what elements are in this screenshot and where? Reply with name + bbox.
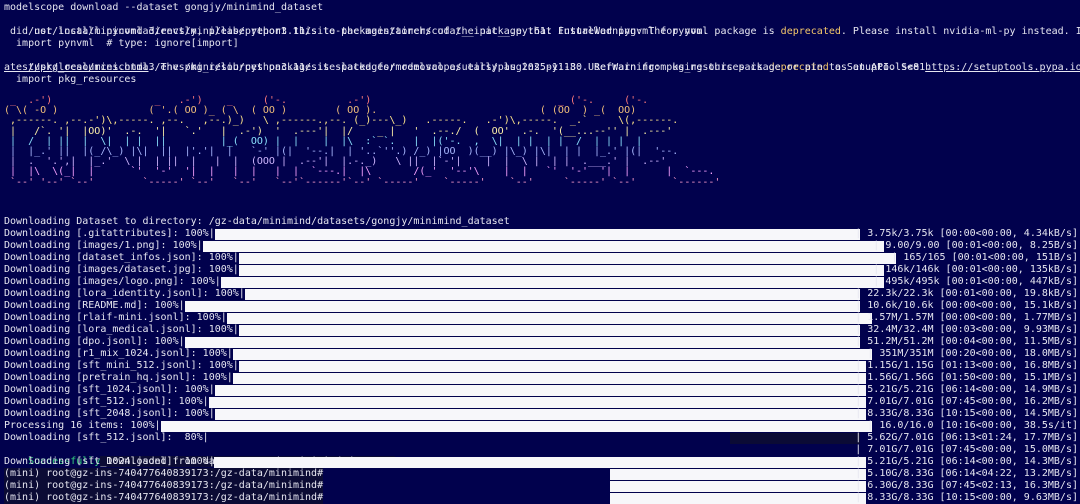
progress-row-stats: | 5.62G/7.01G [06:13<01:24, 17.7MB/s] [855,432,1078,443]
progress-row-stats: | 351M/351M [00:20<00:00, 18.0MB/s] [867,348,1078,359]
progress-row-stats: | 1.56G/1.56G [01:50<00:00, 15.1MB/s] [855,372,1078,383]
progress-row-label: Downloading [sft_2048.jsonl]: 100%| [4,408,215,419]
command-line: modelscope download --dataset gongjy/min… [4,2,324,13]
progress-row-progress-bar [215,385,866,396]
progress-row-progress-bar [214,457,866,468]
progress-row-progress-bar [239,265,884,276]
progress-row-progress-bar [245,289,860,300]
progress-row-label: Downloading [.gitattributes]: 100%| [4,228,215,239]
progress-row-stats: | 146k/146k [00:01<00:00, 135kB/s] [873,264,1078,275]
deprecated-highlight: deprecated [780,26,841,37]
progress-row-label: Downloading [dpo.jsonl]: 100%| [4,336,185,347]
progress-row-stats: | 10.6k/10.6k [00:00<00:00, 15.1kB/s] [855,300,1078,311]
success-right-stats: | 7.01G/7.01G [07:45<00:00, 15.0MB/s] [855,444,1078,455]
progress-row-progress-bar [209,397,866,408]
shell-prompt[interactable]: (mini) root@gz-ins-740477640839173:/gz-d… [4,480,324,492]
progress-row-progress-bar [215,229,860,240]
progress-row-stats: | 7.01G/7.01G [07:45<00:00, 16.2MB/s] [855,396,1078,407]
warning-line: /usr/local/miniconda3/envs/mini/lib/pyth… [4,14,1080,37]
progress-row-stats: | 5.10G/8.33G [06:14<04:22, 13.2MB/s] [855,468,1078,479]
progress-row-stats: | 1.15G/1.15G [01:13<00:00, 16.8MB/s] [855,360,1078,371]
progress-row-label: Downloading [sft_mini_512.jsonl]: 100%| [4,360,239,371]
progress-row-label: Downloading [lora_medical.jsonl]: 100%| [4,324,239,335]
progress-row-stats: | 5.21G/5.21G [06:14<00:00, 14.9MB/s] [855,384,1078,395]
progress-row-progress-bar [610,469,866,480]
progress-row-stats: | 16.0/16.0 [10:16<00:00, 38.5s/it] [867,420,1078,431]
progress-row-progress-bar [233,349,872,360]
progress-row-label: Downloading [sft_1024.jsonl]: 100%| [4,384,215,395]
progress-row-progress-bar [233,373,866,384]
progress-row-label: Downloading [dataset_infos.json]: 100%| [4,252,239,263]
progress-row-stats: | 3.75k/3.75k [00:00<00:00, 4.34kB/s] [855,228,1078,239]
progress-row-stats: | 165/165 [00:01<00:00, 151B/s] [891,252,1078,263]
progress-row-label: Downloading [images/logo.png]: 100%| [4,276,221,287]
progress-row-stats: | 1.57M/1.57M [00:00<00:00, 1.77MB/s] [855,312,1078,323]
user-warning-tail: . The pkg_resources package is slated fo… [148,62,932,73]
progress-row-progress-bar [160,421,872,432]
progress-row-stats: | 5.21G/5.21G [06:14<00:00, 14.3MB/s] [855,456,1078,467]
progress-row-label: Processing 16 items: 100%| [4,420,161,431]
progress-row-progress-bar [221,277,884,288]
progress-row-stats: | 8.33G/8.33G [10:15<00:00, 9.63MB/s] [855,492,1078,503]
progress-row-stats: | 22.3k/22.3k [00:01<00:00, 19.8kB/s] [855,288,1078,299]
progress-row-label: Downloading [README.md]: 100%| [4,300,185,311]
progress-row-stats: | 6.30G/8.33G [07:45<02:13, 16.3MB/s] [855,480,1078,491]
progress-row-progress-bar [730,433,860,444]
progress-row-progress-bar [239,325,860,336]
progress-row-label: Downloading [pretrain_hq.jsonl]: 100%| [4,372,233,383]
progress-row-stats: | 9.00/9.00 [00:01<00:00, 8.25B/s] [873,240,1078,251]
progress-row-progress-bar [610,493,866,504]
terminal-window[interactable]: modelscope download --dataset gongjy/min… [0,0,1080,504]
progress-row-progress-bar [610,481,866,492]
progress-row-stats: | 51.2M/51.2M [00:04<00:00, 11.5MB/s] [855,336,1078,347]
progress-row-progress-bar [202,241,884,252]
user-warning-line-2: atest/pkg_resources.html. The pkg_resour… [4,62,931,74]
progress-row-label: Downloading [sft_1024.jsonl]: 100%| [4,456,215,467]
progress-row-label: Downloading [lora_identity.jsonl]: 100%| [4,288,245,299]
progress-row-label: Downloading [rlaif-mini.jsonl]: 100%| [4,312,227,323]
shell-prompt[interactable]: (mini) root@gz-ins-740477640839173:/gz-d… [4,492,324,504]
user-warning-line: /usr/local/miniconda3/envs/mini/lib/pyth… [4,50,1080,73]
progress-row-label: Downloading [sft_512.jsonl]: 100%| [4,396,209,407]
shell-prompt[interactable]: (mini) root@gz-ins-740477640839173:/gz-d… [4,468,324,480]
progress-row-stats: | 32.4M/32.4M [00:03<00:00, 9.93MB/s] [855,324,1078,335]
progress-row-label: Downloading [images/dataset.jpg]: 100%| [4,264,239,275]
progress-row-stats: | 8.33G/8.33G [10:15<00:00, 14.5MB/s] [855,408,1078,419]
progress-row-progress-bar [227,313,872,324]
progress-row-progress-bar [239,253,896,264]
setuptools-link-cont[interactable]: atest/pkg_resources.html [4,62,149,73]
modelscope-ascii-banner: _ .-') _ .-') _ ('-. .-') _ ('-. ('-. ( … [4,95,721,188]
import-pkg-line: import pkg_resources [4,74,137,85]
success-line: Successfully Downloaded from dataset gon… [4,444,396,467]
progress-row-label: Downloading [r1_mix_1024.jsonl]: 100%| [4,348,233,359]
progress-row-stats: | 495k/495k [00:01<00:00, 447kB/s] [873,276,1078,287]
warning-line-2: did not install pynvml directly, please … [4,26,709,37]
setuptools-link[interactable]: https://setuptools.pypa.io/en/l [925,62,1080,73]
download-dir-line: Downloading Dataset to directory: /gz-da… [4,216,510,227]
progress-row-label: Downloading [sft_512.jsonl]: 80%| [4,432,209,443]
progress-row-progress-bar [215,409,866,420]
progress-row-progress-bar [239,361,866,372]
progress-row-progress-bar [184,337,860,348]
progress-row-label: Downloading [images/1.png]: 100%| [4,240,203,251]
import-line: import pynvml # type: ignore[import] [4,38,239,49]
warning-text-after: . Please install nvidia-ml-py instead. I… [840,26,1080,37]
banner-line: `--' '--' `--' `-----' `--' `--' `--'`--… [4,176,721,188]
progress-row-progress-bar [184,301,860,312]
